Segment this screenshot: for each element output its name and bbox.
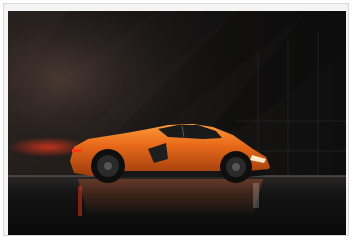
car-photo [8,11,346,235]
car-photo-graphic [8,11,346,235]
front-wheel [220,151,252,183]
rear-wheel [91,149,125,183]
